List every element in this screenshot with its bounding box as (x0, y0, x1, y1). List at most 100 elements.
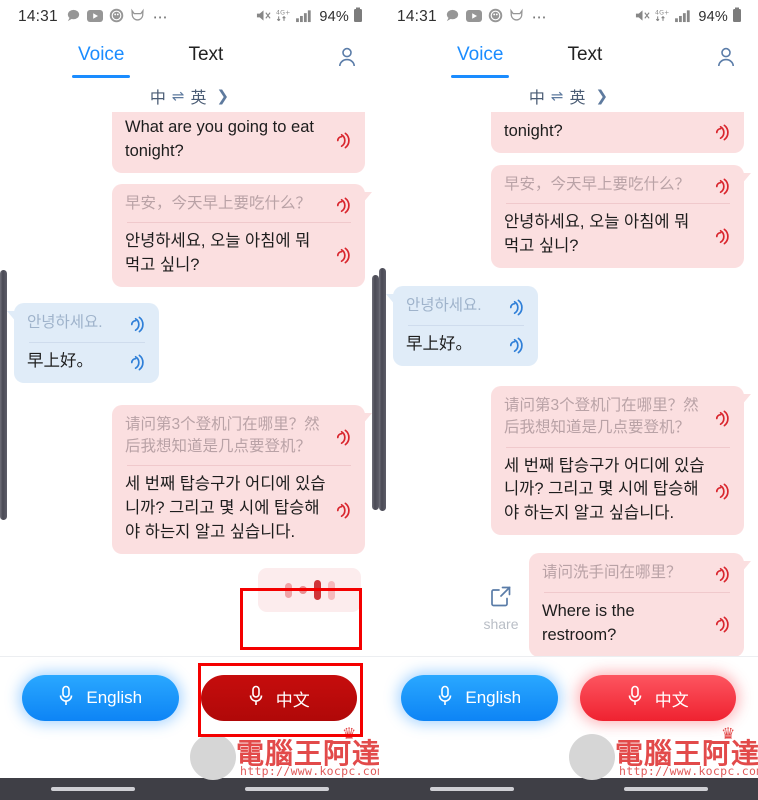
status-right-icons: 4G+ 94% (634, 7, 742, 27)
status-time: 14:31 (397, 8, 437, 25)
message-target-line: tonight? (504, 120, 732, 144)
speaker-wave-icon[interactable] (713, 227, 732, 246)
chat-list-left[interactable]: What are you going to eat tonight? 早安，今天… (0, 112, 379, 657)
message-source-text: 请问洗手间在哪里？ (542, 564, 682, 582)
waveform-bar (298, 586, 307, 595)
4g-plus-icon: 4G+ (655, 8, 671, 27)
more-dots-icon: ⋯ (152, 9, 169, 26)
speaker-wave-icon[interactable] (507, 298, 526, 317)
chinese-mic-button[interactable]: 中文 (579, 675, 736, 721)
recording-indicator-row (14, 568, 361, 613)
message-target-line: 세 번째 탑승구가 어디에 있습니까? 그리고 몇 시에 탑승해야 하는지 알고… (125, 473, 353, 545)
message-bubble[interactable]: 안녕하세요. 早上好。 (386, 286, 538, 366)
speaker-wave-icon[interactable] (334, 246, 353, 265)
speaker-wave-icon[interactable] (713, 565, 732, 584)
battery-percent: 94% (319, 9, 349, 25)
message-bubble[interactable]: What are you going to eat tonight? (112, 112, 365, 173)
tabs-right: Voice Text (450, 44, 602, 78)
speaker-wave-icon[interactable] (334, 428, 353, 447)
message-bubble[interactable]: 早安，今天早上要吃什么？ 안녕하세요, 오늘 아침에 뭐 먹고 싶니? (112, 183, 372, 288)
message-target-text: 早上好。 (27, 351, 93, 370)
message-bubble[interactable]: tonight? (491, 112, 744, 153)
message-source-text: 请问第3个登机门在哪里？然后我想知道是几点要登机？ (504, 396, 699, 437)
speaker-wave-icon[interactable] (713, 409, 732, 428)
message-source-line: 请问第3个登机门在哪里？然后我想知道是几点要登机？ (125, 414, 353, 459)
message-target-line: 안녕하세요, 오늘 아침에 뭐 먹고 싶니? (125, 230, 353, 278)
message-source-line: 早安，今天早上要吃什么？ (125, 193, 353, 215)
speaker-wave-icon[interactable] (713, 123, 732, 142)
language-from: 中 (528, 90, 545, 107)
message-bubble[interactable]: 안녕하세요. 早上好。 (7, 303, 159, 383)
battery-icon (732, 7, 742, 27)
speaker-wave-icon[interactable] (334, 196, 353, 215)
speaker-wave-icon[interactable] (713, 482, 732, 501)
speaker-wave-icon[interactable] (334, 131, 353, 150)
bubble-divider (408, 324, 524, 326)
svg-text:4G+: 4G+ (276, 9, 291, 16)
chat-bubble-icon (445, 8, 460, 27)
microphone-icon (58, 685, 74, 712)
chat-row: 请问第3个登机门在哪里？然后我想知道是几点要登机？ 세 번째 탑승구가 어디에 … (393, 385, 751, 536)
more-dots-icon: ⋯ (531, 9, 548, 26)
bubble-divider (127, 465, 351, 467)
speaker-wave-icon[interactable] (507, 336, 526, 355)
person-icon[interactable] (714, 45, 738, 69)
share-button[interactable]: share (473, 578, 529, 632)
message-bubble[interactable]: 请问第3个登机门在哪里？然后我想知道是几点要登机？ 세 번째 탑승구가 어디에 … (491, 385, 751, 536)
message-source-line: 请问第3个登机门在哪里？然后我想知道是几点要登机？ (504, 395, 732, 440)
message-bubble[interactable]: 请问洗手间在哪里？ Where is the restroom? (529, 553, 751, 656)
signal-bars-icon (296, 8, 313, 27)
chinese-mic-button[interactable]: 中文 (200, 675, 357, 721)
message-source-line: 안녕하세요. (406, 295, 526, 317)
speaker-wave-icon[interactable] (713, 615, 732, 634)
battery-percent: 94% (698, 9, 728, 25)
speaker-wave-icon[interactable] (128, 353, 147, 372)
message-target-line: What are you going to eat tonight? (125, 116, 353, 164)
message-target-text: tonight? (504, 122, 563, 140)
message-target-line: Where is the restroom? (542, 600, 732, 648)
message-bubble[interactable]: 请问第3个登机门在哪里？然后我想知道是几点要登机？ 세 번째 탑승구가 어디에 … (112, 404, 372, 555)
screenshot-stage: 14:31 ⋯ 4G+ 94% Voice Text 中 ⇌ 英 ❯ What … (0, 0, 758, 800)
share-label: share (483, 615, 519, 632)
language-to: 英 (190, 90, 207, 107)
chat-bubble-icon (66, 8, 81, 27)
message-bubble[interactable]: 早安，今天早上要吃什么？ 안녕하세요, 오늘 아침에 뭐 먹고 싶니? (491, 164, 751, 269)
chevron-right-icon: ❯ (595, 88, 609, 105)
chat-list-right[interactable]: tonight? 早安，今天早上要吃什么？ 안녕하세요, 오늘 아침에 뭐 먹고… (379, 112, 758, 657)
tab-bar-left: Voice Text (0, 34, 379, 80)
nav-pill[interactable] (623, 787, 708, 791)
message-source-text: 早安，今天早上要吃什么？ (504, 175, 691, 193)
language-switch-right[interactable]: 中 ⇌ 英 ❯ (379, 80, 758, 112)
nav-pill[interactable] (50, 787, 135, 791)
recording-waveform[interactable] (258, 568, 361, 613)
waveform-bar (284, 582, 292, 598)
4g-plus-icon: 4G+ (276, 8, 292, 27)
english-mic-label: English (86, 688, 143, 707)
english-mic-label: English (465, 688, 522, 707)
speaker-wave-icon[interactable] (713, 177, 732, 196)
nav-pill[interactable] (244, 787, 329, 791)
tab-voice[interactable]: Voice (71, 44, 132, 78)
bottom-bar-right: English 中文 (379, 657, 758, 800)
person-icon[interactable] (335, 45, 359, 69)
cat-icon (130, 8, 145, 27)
status-bar-right: 14:31 ⋯ 4G+ 94% (379, 0, 758, 34)
tab-voice[interactable]: Voice (450, 44, 511, 78)
english-mic-button[interactable]: English (22, 675, 179, 721)
youtube-icon (465, 9, 482, 26)
message-target-text: What are you going to eat tonight? (125, 118, 314, 160)
message-source-line: 请问洗手间在哪里？ (542, 562, 732, 584)
chat-row: 请问第3个登机门在哪里？然后我想知道是几点要登机？ 세 번째 탑승구가 어디에 … (14, 404, 372, 555)
chat-row: 早安，今天早上要吃什么？ 안녕하세요, 오늘 아침에 뭐 먹고 싶니? (14, 183, 372, 288)
language-switch-left[interactable]: 中 ⇌ 英 ❯ (0, 80, 379, 112)
waveform-bar (327, 580, 335, 600)
chinese-mic-label: 中文 (275, 690, 310, 710)
nav-pill[interactable] (429, 787, 514, 791)
starbucks-icon (109, 8, 124, 27)
chevron-right-icon: ❯ (216, 88, 230, 105)
english-mic-button[interactable]: English (401, 675, 558, 721)
speaker-wave-icon[interactable] (128, 315, 147, 334)
tab-text[interactable]: Text (188, 44, 223, 70)
tab-text[interactable]: Text (567, 44, 602, 70)
speaker-wave-icon[interactable] (334, 501, 353, 520)
